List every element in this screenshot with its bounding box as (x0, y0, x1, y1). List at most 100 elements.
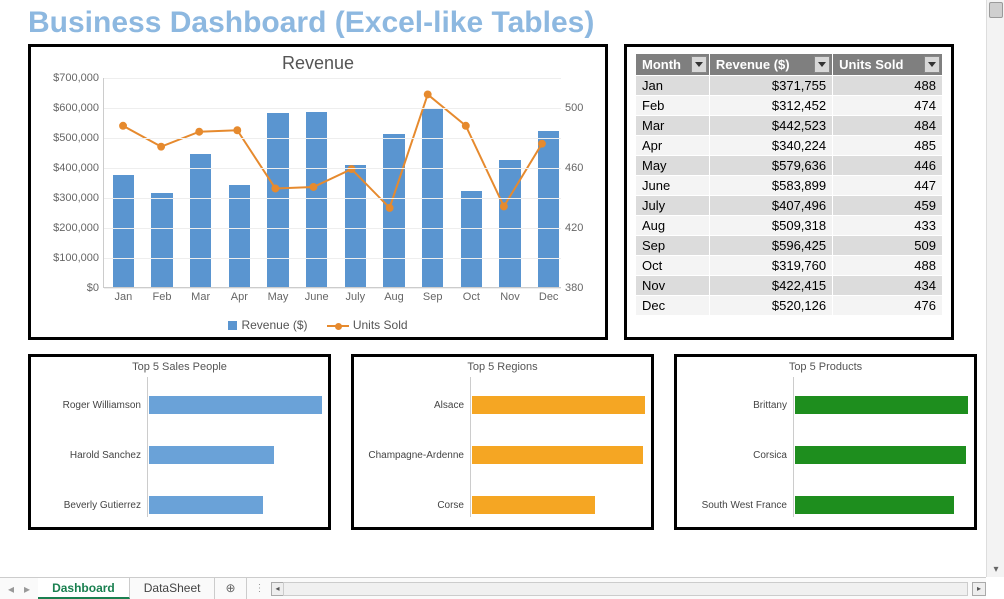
table-cell: June (636, 176, 710, 196)
x-tick-label: July (346, 287, 366, 303)
table-cell: Dec (636, 296, 710, 316)
table-header[interactable]: Month (636, 54, 710, 76)
table-row: July$407,496459 (636, 196, 943, 216)
hbar-label: Corse (360, 500, 470, 511)
hbar-label: Corsica (683, 450, 793, 461)
units-point (119, 122, 127, 130)
hbar-row: Alsace (360, 395, 639, 415)
units-point (386, 204, 394, 212)
table-cell: $371,755 (709, 76, 832, 96)
table-cell: Oct (636, 256, 710, 276)
table-cell: Feb (636, 96, 710, 116)
vscroll-down-icon[interactable]: ▾ (991, 565, 1001, 575)
horizontal-scrollbar[interactable]: ⋮ ◂ ▸ (246, 578, 986, 599)
table-cell: $520,126 (709, 296, 832, 316)
table-cell: 474 (833, 96, 943, 116)
filter-dropdown-icon[interactable] (814, 56, 830, 73)
table-cell: 485 (833, 136, 943, 156)
hbar-row: Corsica (683, 445, 962, 465)
tab-nav-prev-icon[interactable]: ◂ (8, 582, 14, 596)
legend-bar-label: Revenue ($) (241, 318, 307, 332)
table-cell: $312,452 (709, 96, 832, 116)
y-left-tick: $400,000 (53, 162, 99, 174)
x-tick-label: Aug (384, 287, 404, 303)
y-right-tick: 380 (565, 282, 583, 294)
x-tick-label: Sep (423, 287, 443, 303)
y-left-tick: $700,000 (53, 72, 99, 84)
table-cell: 484 (833, 116, 943, 136)
tab-dashboard[interactable]: Dashboard (38, 578, 130, 599)
table-header[interactable]: Units Sold (833, 54, 943, 76)
page-title: Business Dashboard (Excel-like Tables) (0, 0, 1004, 44)
x-tick-label: Mar (191, 287, 210, 303)
table-cell: Aug (636, 216, 710, 236)
hbar (472, 446, 643, 464)
filter-dropdown-icon[interactable] (691, 56, 707, 73)
gridline (104, 228, 561, 229)
mini-chart-title: Top 5 Regions (360, 361, 645, 373)
hbar-label: Harold Sanchez (37, 450, 147, 461)
tab-nav-next-icon[interactable]: ▸ (24, 582, 30, 596)
vscroll-thumb[interactable] (989, 2, 1003, 18)
gridline (104, 108, 561, 109)
y-right-tick: 500 (565, 102, 583, 114)
x-tick-label: Apr (231, 287, 248, 303)
legend-bar-swatch (228, 321, 237, 330)
splitter-handle-icon[interactable]: ⋮ (251, 583, 269, 594)
x-tick-label: May (268, 287, 289, 303)
table-row: Sep$596,425509 (636, 236, 943, 256)
hbar (795, 496, 954, 514)
gridline (104, 168, 561, 169)
units-line (123, 94, 542, 207)
hbar (795, 446, 966, 464)
table-row: May$579,636446 (636, 156, 943, 176)
table-cell: 459 (833, 196, 943, 216)
table-cell: Apr (636, 136, 710, 156)
tab-nav-arrows[interactable]: ◂ ▸ (0, 578, 38, 599)
data-table: MonthRevenue ($)Units Sold Jan$371,75548… (635, 53, 943, 316)
table-cell: $422,415 (709, 276, 832, 296)
units-point (271, 184, 279, 192)
filter-dropdown-icon[interactable] (924, 56, 940, 73)
table-row: Nov$422,415434 (636, 276, 943, 296)
hscroll-right-icon[interactable]: ▸ (972, 582, 986, 596)
y-left-tick: $200,000 (53, 222, 99, 234)
table-row: Mar$442,523484 (636, 116, 943, 136)
hbar (472, 396, 645, 414)
table-cell: 434 (833, 276, 943, 296)
x-tick-label: Jan (114, 287, 132, 303)
units-point (500, 202, 508, 210)
hbar-row: Brittany (683, 395, 962, 415)
legend-line-swatch (327, 325, 349, 327)
revenue-chart-panel: Revenue $0$100,000$200,000$300,000$400,0… (28, 44, 608, 340)
hbar-row: South West France (683, 495, 962, 515)
x-tick-label: Dec (539, 287, 559, 303)
y-right-tick: 460 (565, 162, 583, 174)
table-header[interactable]: Revenue ($) (709, 54, 832, 76)
hbar-row: Beverly Gutierrez (37, 495, 316, 515)
tab-datasheet[interactable]: DataSheet (130, 578, 216, 599)
table-cell: Sep (636, 236, 710, 256)
hbar-label: Champagne-Ardenne (360, 450, 470, 461)
table-cell: $509,318 (709, 216, 832, 236)
hbar (472, 496, 595, 514)
table-cell: $583,899 (709, 176, 832, 196)
table-cell: 433 (833, 216, 943, 236)
hscroll-track[interactable] (283, 582, 968, 596)
mini-chart-panel: Top 5 ProductsBrittanyCorsicaSouth West … (674, 354, 977, 530)
mini-chart-title: Top 5 Sales People (37, 361, 322, 373)
table-row: Oct$319,760488 (636, 256, 943, 276)
table-cell: $319,760 (709, 256, 832, 276)
gridline (104, 258, 561, 259)
units-point (462, 122, 470, 130)
table-row: Apr$340,224485 (636, 136, 943, 156)
sheet-tab-bar: ◂ ▸ Dashboard DataSheet ⊕ ⋮ ◂ ▸ (0, 577, 986, 599)
add-sheet-button[interactable]: ⊕ (215, 578, 245, 599)
vertical-scrollbar[interactable]: ▴ ▾ (986, 0, 1004, 577)
mini-chart-panel: Top 5 Regions Alsace Champagne-Ardenne Cors… (351, 354, 654, 530)
legend-line-label: Units Sold (353, 318, 408, 332)
table-cell: Mar (636, 116, 710, 136)
table-row: June$583,899447 (636, 176, 943, 196)
table-cell: 447 (833, 176, 943, 196)
units-point (233, 126, 241, 134)
